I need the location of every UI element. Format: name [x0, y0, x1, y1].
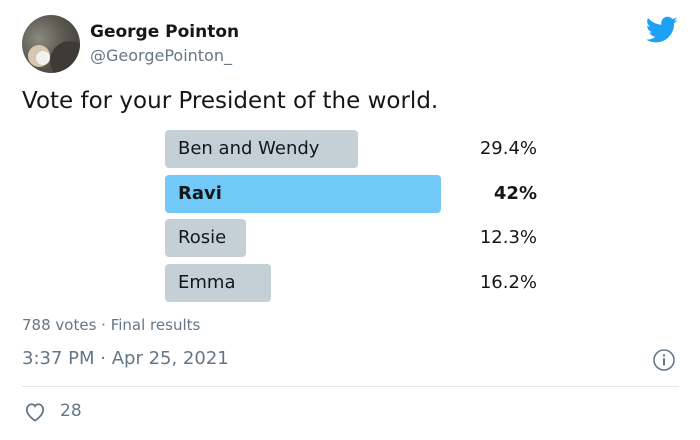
like-count[interactable]: 28	[60, 401, 82, 421]
separator-dot: ·	[101, 316, 111, 334]
author-handle[interactable]: @GeorgePointon_	[90, 46, 232, 65]
poll-status: Final results	[110, 316, 201, 334]
poll-option-percent: 29.4%	[479, 138, 537, 159]
poll-option: Ravi 42%	[165, 175, 537, 213]
divider	[22, 386, 679, 387]
poll-option-percent: 12.3%	[479, 227, 537, 248]
poll-option: Ben and Wendy 29.4%	[165, 130, 537, 168]
poll-option-percent: 16.2%	[479, 272, 537, 293]
poll-option-label: Ben and Wendy	[178, 138, 320, 159]
poll-option-percent: 42%	[493, 183, 537, 204]
heart-icon[interactable]	[24, 402, 46, 422]
tweet-time: 3:37 PM	[22, 348, 95, 369]
poll-option: Rosie 12.3%	[165, 219, 537, 257]
poll-option-label: Emma	[178, 272, 236, 293]
poll-option-label: Rosie	[178, 227, 227, 248]
tweet-text: Vote for your President of the world.	[22, 88, 439, 114]
poll-option-label: Ravi	[178, 183, 222, 204]
poll-votes: 788 votes	[22, 316, 97, 334]
info-icon[interactable]	[652, 348, 676, 372]
author-name[interactable]: George Pointon	[90, 22, 239, 42]
tweet-timestamp[interactable]: 3:37 PM · Apr 25, 2021	[22, 348, 229, 369]
avatar-can	[36, 51, 50, 65]
avatar[interactable]	[22, 15, 80, 73]
poll-option: Emma 16.2%	[165, 264, 537, 302]
avatar-shirt	[50, 41, 80, 73]
poll-meta: 788 votes · Final results	[22, 316, 200, 334]
twitter-bird-icon[interactable]	[646, 16, 678, 44]
separator-dot: ·	[100, 348, 112, 369]
tweet-date: Apr 25, 2021	[111, 348, 229, 369]
